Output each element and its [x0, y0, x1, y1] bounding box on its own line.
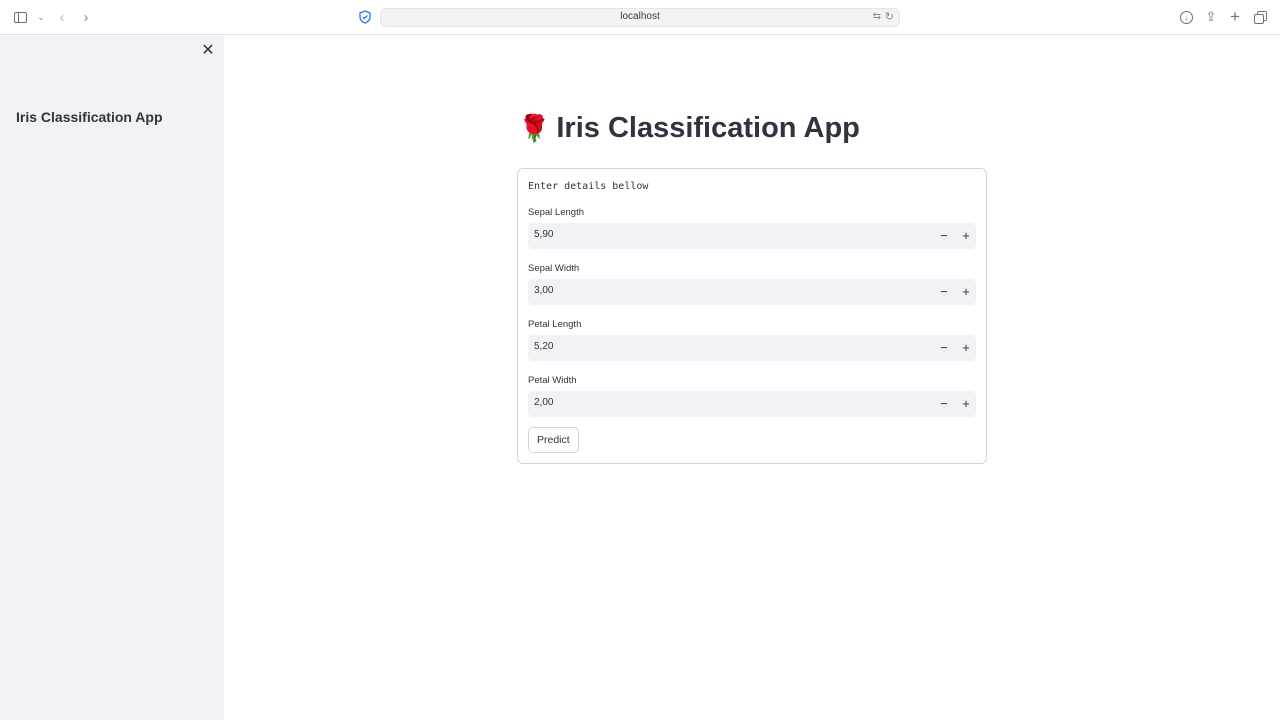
address-bar[interactable]: localhost ⇆ ↻ — [380, 8, 900, 27]
url-text: localhost — [620, 11, 660, 22]
petal-width-label: Petal Width — [528, 375, 577, 386]
sepal-width-input[interactable]: 3,00 − + — [528, 279, 976, 305]
new-tab-icon[interactable]: + — [1227, 7, 1243, 26]
browser-toolbar: ⌄ ‹ › localhost ⇆ ↻ ↓ ⇪ + — [0, 0, 1280, 35]
sepal-length-increment-button[interactable]: + — [956, 226, 976, 246]
sepal-width-increment-button[interactable]: + — [956, 282, 976, 302]
petal-length-value[interactable]: 5,20 — [534, 341, 553, 352]
rose-icon: 🌹 — [518, 113, 551, 143]
petal-width-input[interactable]: 2,00 − + — [528, 391, 976, 417]
sidebar-toggle-icon[interactable] — [12, 9, 28, 25]
petal-width-value[interactable]: 2,00 — [534, 397, 553, 408]
back-arrow-icon[interactable]: ‹ — [54, 9, 70, 26]
sepal-width-value[interactable]: 3,00 — [534, 285, 553, 296]
privacy-shield-icon[interactable] — [357, 9, 373, 25]
app-sidebar: ✕ Iris Classification App — [0, 36, 224, 720]
sidebar-title: Iris Classification App — [16, 109, 163, 125]
predict-button[interactable]: Predict — [528, 427, 579, 453]
sepal-length-label: Sepal Length — [528, 207, 584, 218]
tab-overview-icon[interactable] — [1253, 9, 1269, 25]
translate-icon[interactable]: ⇆ — [873, 11, 881, 22]
petal-length-increment-button[interactable]: + — [956, 338, 976, 358]
sepal-length-value[interactable]: 5,90 — [534, 229, 553, 240]
sepal-width-label: Sepal Width — [528, 263, 580, 274]
form-intro-text: Enter details bellow — [528, 181, 649, 192]
sepal-length-input[interactable]: 5,90 − + — [528, 223, 976, 249]
petal-length-input[interactable]: 5,20 − + — [528, 335, 976, 361]
petal-width-increment-button[interactable]: + — [956, 394, 976, 414]
prediction-form: Enter details bellow Sepal Length 5,90 −… — [517, 168, 987, 464]
reload-icon[interactable]: ↻ — [885, 10, 894, 23]
sepal-length-decrement-button[interactable]: − — [934, 226, 954, 246]
sepal-width-decrement-button[interactable]: − — [934, 282, 954, 302]
petal-length-decrement-button[interactable]: − — [934, 338, 954, 358]
petal-length-label: Petal Length — [528, 319, 582, 330]
petal-width-decrement-button[interactable]: − — [934, 394, 954, 414]
page-title-text: Iris Classification App — [556, 112, 860, 144]
close-icon[interactable]: ✕ — [200, 43, 216, 59]
forward-arrow-icon[interactable]: › — [78, 9, 94, 26]
page-title: 🌹 Iris Classification App — [518, 112, 860, 145]
share-icon[interactable]: ⇪ — [1203, 9, 1219, 25]
download-icon[interactable]: ↓ — [1178, 9, 1194, 25]
chevron-down-icon[interactable]: ⌄ — [33, 9, 49, 25]
